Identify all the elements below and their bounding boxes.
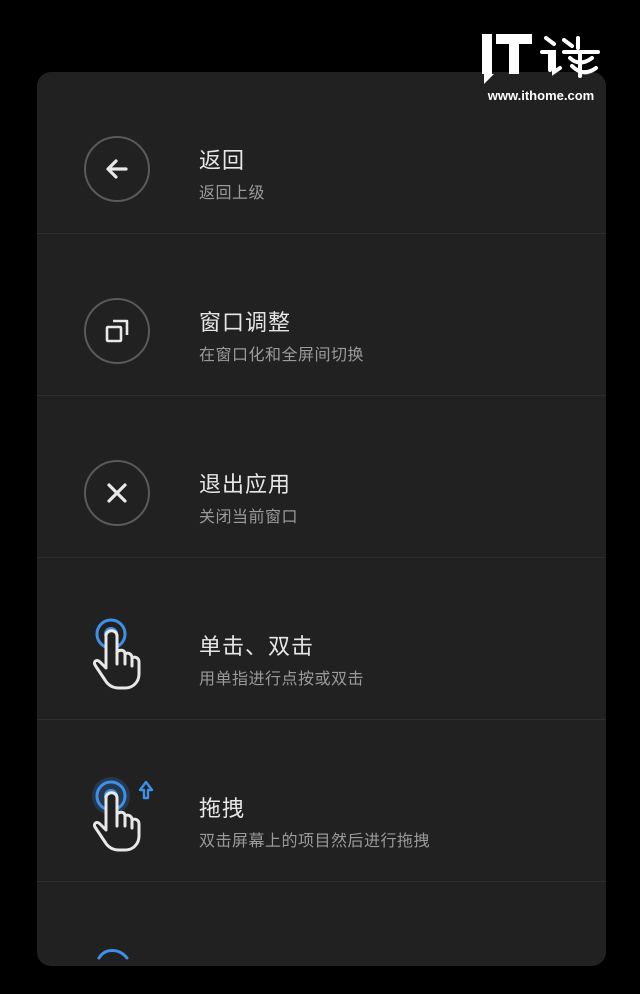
watermark-url: www.ithome.com (487, 88, 595, 103)
menu-item-title: 窗口调整 (199, 311, 292, 336)
screen: 返回 返回上级 窗口调整 在窗口化和全屏间切换 退出应用 关闭当前窗口 单击、双… (0, 0, 640, 994)
back-arrow-icon (84, 136, 150, 202)
menu-item-subtitle: 在窗口化和全屏间切换 (199, 345, 365, 364)
tap-gesture-icon (89, 616, 149, 692)
menu-item-title: 退出应用 (199, 473, 292, 498)
menu-item-subtitle: 返回上级 (199, 183, 266, 202)
menu-item-subtitle: 用单指进行点按或双击 (199, 669, 365, 688)
menu-item-title: 返回 (199, 149, 246, 174)
ithome-logo (482, 34, 600, 84)
menu-item-title: 单击、双击 (199, 635, 315, 660)
window-resize-icon (84, 298, 150, 364)
menu-item-subtitle: 关闭当前窗口 (199, 507, 299, 526)
menu-item-drag[interactable]: 拖拽 双击屏幕上的项目然后进行拖拽 (37, 720, 606, 882)
menu-item-title: 拖拽 (199, 797, 246, 822)
close-icon-wrap (84, 460, 150, 526)
menu-item-subtitle: 双击屏幕上的项目然后进行拖拽 (199, 831, 431, 850)
back-arrow-icon-wrap (84, 136, 150, 202)
menu-item-exit-app[interactable]: 退出应用 关闭当前窗口 (37, 396, 606, 558)
close-icon (84, 460, 150, 526)
window-resize-icon-wrap (84, 298, 150, 364)
menu-item-tap[interactable]: 单击、双击 用单指进行点按或双击 (37, 558, 606, 720)
menu-item-window-resize[interactable]: 窗口调整 在窗口化和全屏间切换 (37, 234, 606, 396)
menu-item-partial[interactable] (37, 882, 606, 966)
menu-panel: 返回 返回上级 窗口调整 在窗口化和全屏间切换 退出应用 关闭当前窗口 单击、双… (37, 72, 606, 966)
drag-gesture-icon (89, 776, 159, 856)
watermark: www.ithome.com (480, 30, 602, 108)
gesture-icon (93, 942, 143, 962)
